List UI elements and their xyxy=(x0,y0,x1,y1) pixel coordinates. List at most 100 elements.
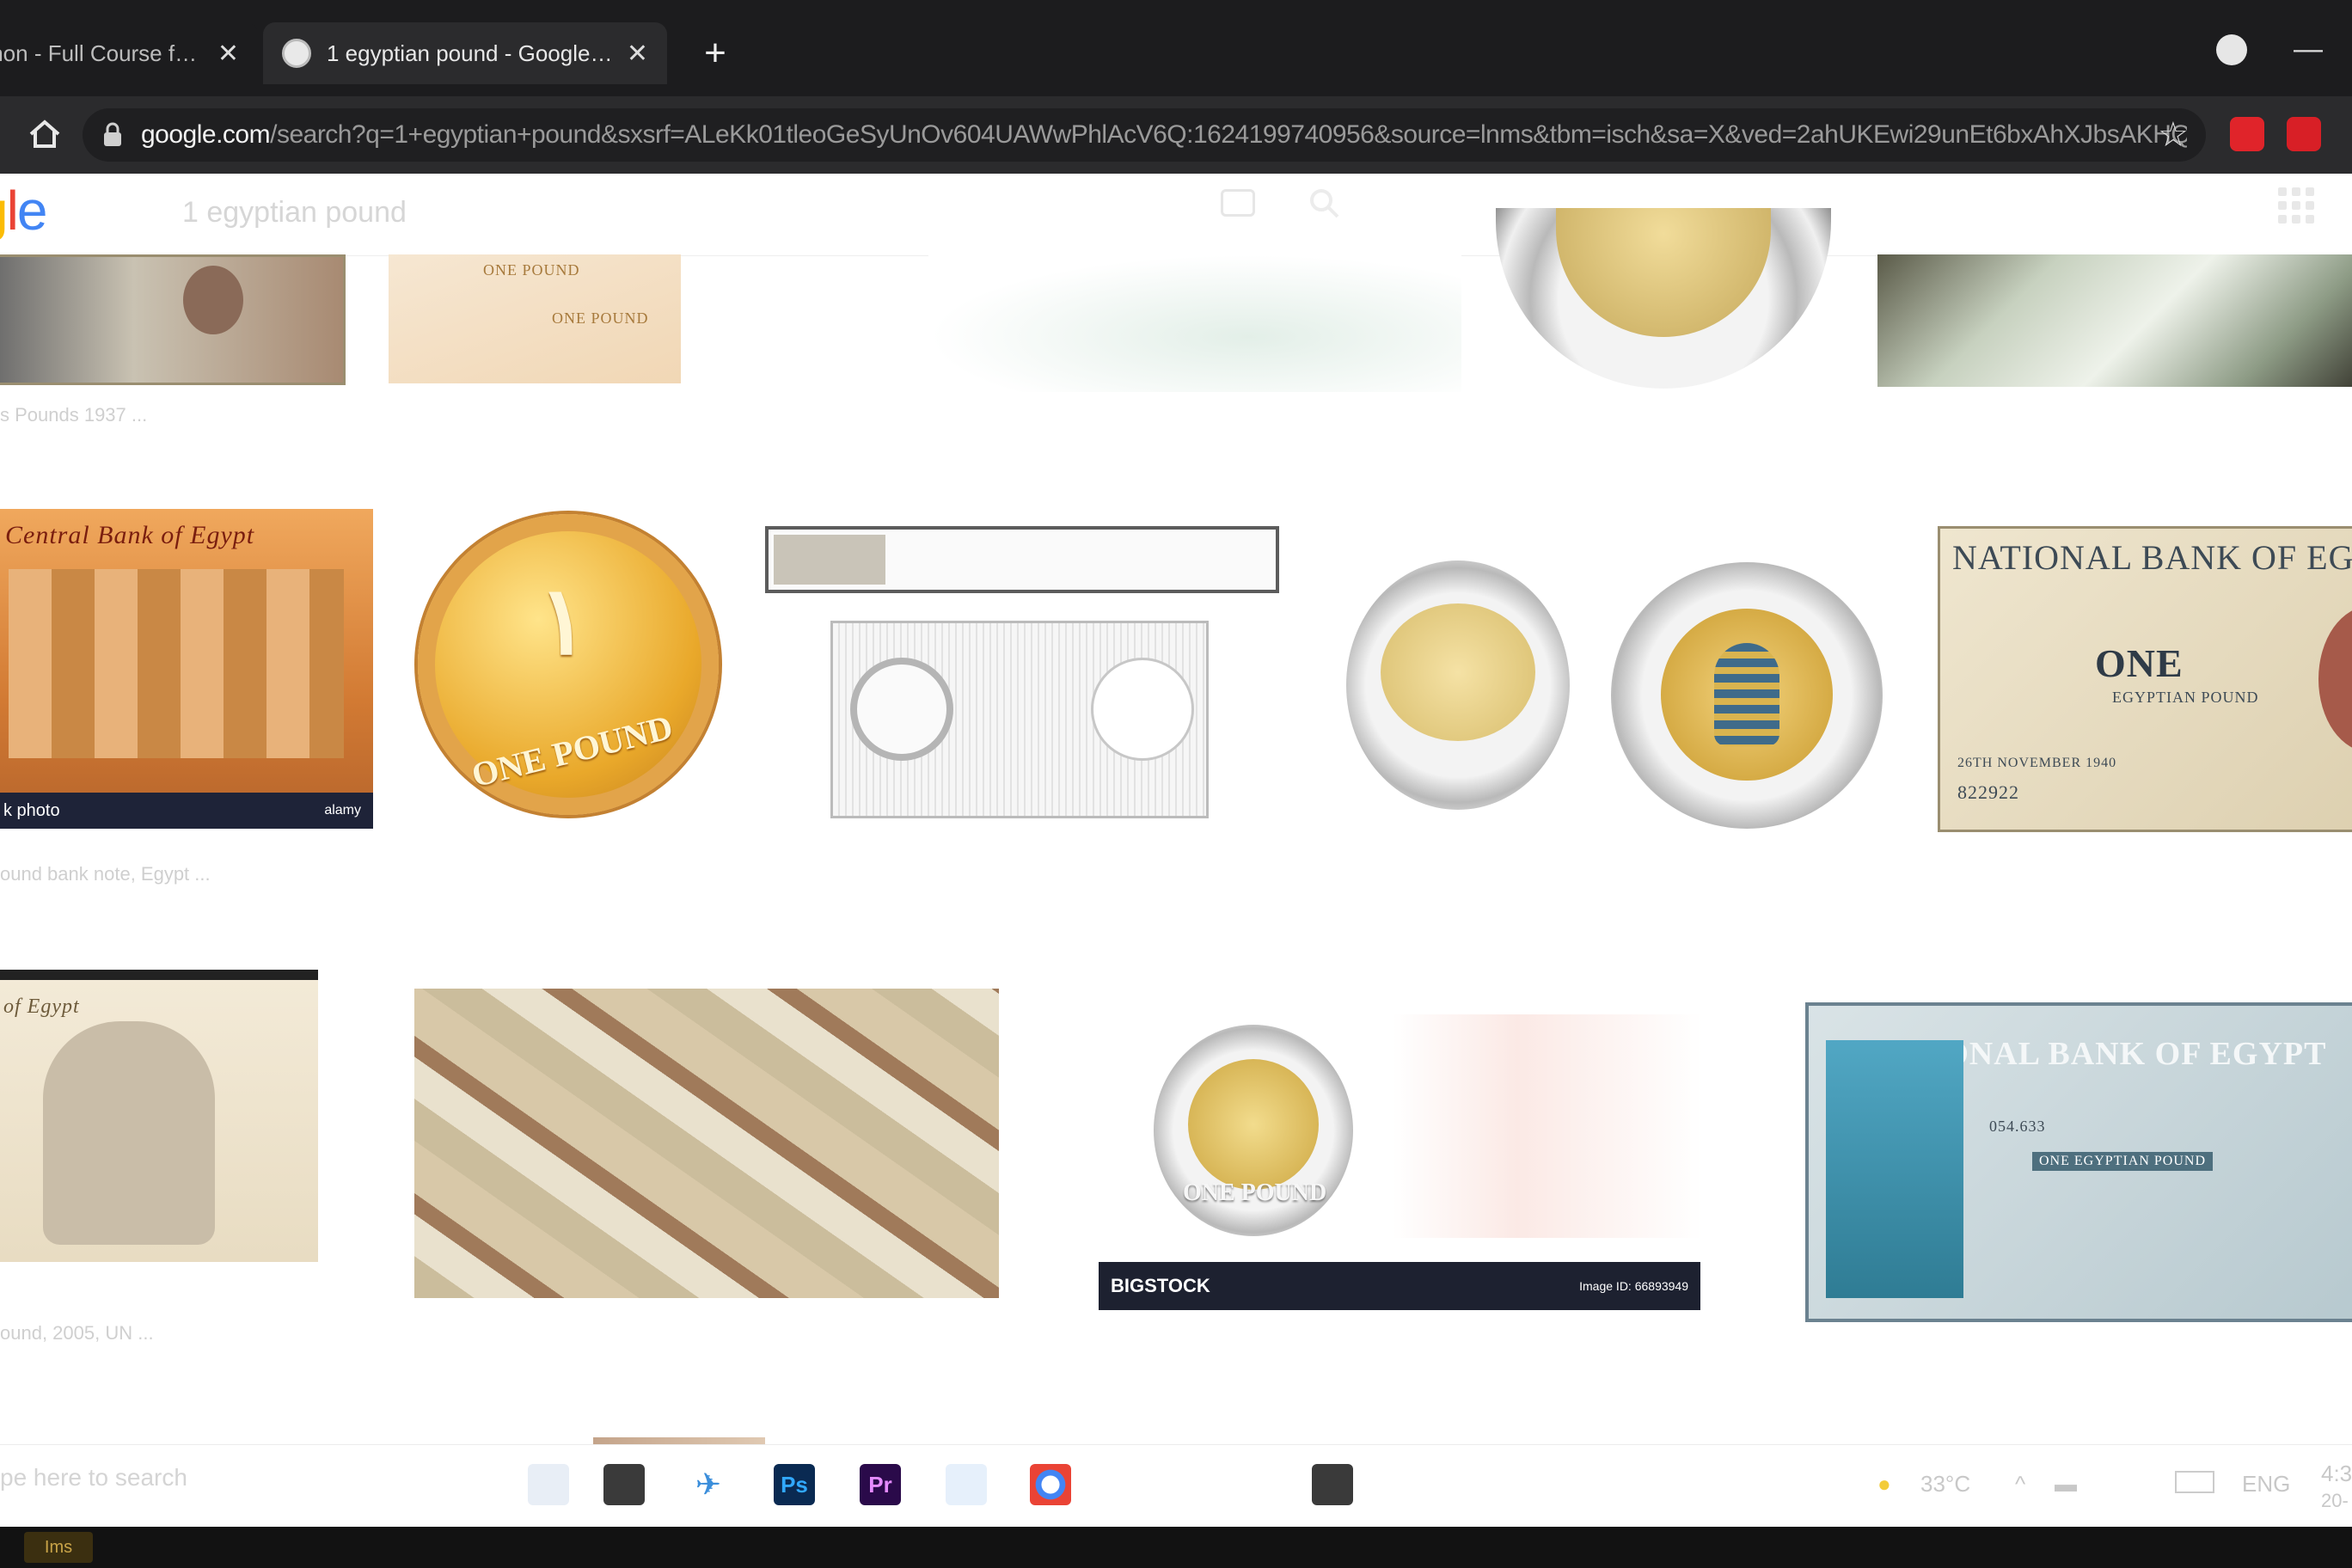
language-indicator[interactable]: ENG xyxy=(2242,1471,2290,1498)
image-result[interactable]: of Egypt xyxy=(0,970,318,1262)
denomination: ONE xyxy=(2095,641,2184,685)
coin-text: ONE POUND xyxy=(1183,1179,1327,1206)
browser-tab-bar: thon - Full Course for Be ✕ 1 egyptian p… xyxy=(0,0,2352,96)
google-apps-icon[interactable] xyxy=(2278,187,2314,224)
bigstock-label: BIGSTOCK xyxy=(1111,1275,1210,1296)
coin-numeral: ١ xyxy=(538,569,590,674)
close-tab-icon[interactable]: ✕ xyxy=(217,39,239,69)
predator-app-icon[interactable] xyxy=(603,1464,645,1505)
bezel-sticker: Ims xyxy=(24,1532,93,1563)
image-result[interactable] xyxy=(1496,208,1831,389)
image-result[interactable]: ONE POUND ONE POUND xyxy=(389,254,681,383)
image-result[interactable] xyxy=(414,989,999,1298)
image-result[interactable]: NATIONAL BANK OF EGYPT ONE EGYPTIAN POUN… xyxy=(1938,526,2352,832)
chrome-icon[interactable] xyxy=(1030,1464,1071,1505)
airplane-icon[interactable]: ✈ xyxy=(688,1464,729,1505)
image-result[interactable]: ONE POUND xyxy=(1154,1025,1353,1236)
pharaoh-mask-illustration xyxy=(1714,643,1779,746)
note-title: NATIONAL BANK OF EGYPT xyxy=(1952,538,2352,577)
image-result[interactable] xyxy=(830,621,1209,818)
note-title: of Egypt xyxy=(3,995,80,1018)
note-sub: ONE EGYPTIAN POUND xyxy=(2032,1152,2213,1171)
banknote-watermark xyxy=(1091,658,1194,761)
lock-icon xyxy=(104,122,121,146)
url-path: /search?q=1+egyptian+pound&sxsrf=ALeKk01… xyxy=(270,120,2187,149)
google-images-page: gle s Pounds 1937 ... ONE POUND ONE POUN… xyxy=(0,174,2352,1480)
stock-source: alamy xyxy=(324,803,361,818)
coin-text: ONE POUND xyxy=(468,707,677,795)
image-result[interactable]: NATIONAL BANK OF EGYPT ONE EGYPTIAN POUN… xyxy=(1805,1002,2352,1322)
tab-google-search[interactable]: 1 egyptian pound - Google Searc ✕ xyxy=(263,22,667,84)
coin-center xyxy=(1188,1059,1319,1190)
portrait-illustration xyxy=(183,266,243,334)
temple-illustration xyxy=(9,569,344,758)
google-header: gle xyxy=(0,174,2352,256)
weather-temp[interactable]: 33°C xyxy=(1920,1471,1970,1498)
note-date: 26TH NOVEMBER 1940 xyxy=(1957,756,2117,770)
profile-icon[interactable] xyxy=(2216,34,2247,65)
search-box[interactable] xyxy=(160,186,1363,239)
taskbar-search[interactable]: pe here to search xyxy=(0,1464,187,1491)
google-logo[interactable]: gle xyxy=(0,179,48,242)
google-favicon-icon xyxy=(282,39,311,68)
browser-toolbar: google.com/search?q=1+egyptian+pound&sxs… xyxy=(0,96,2352,174)
coin-center xyxy=(1661,609,1833,781)
logo-letter: g xyxy=(0,180,9,242)
file-explorer-icon[interactable] xyxy=(946,1464,987,1505)
statue-illustration xyxy=(43,1021,215,1245)
photos-app-icon[interactable] xyxy=(1312,1464,1353,1505)
note-serial: 054.633 xyxy=(1989,1118,2046,1135)
bigstock-watermark-bar: BIGSTOCK Image ID: 66893949 xyxy=(1099,1262,1700,1310)
denomination-sub: EGYPTIAN POUND xyxy=(2112,689,2259,706)
result-caption[interactable]: ound bank note, Egypt ... xyxy=(0,863,258,885)
thumbnail xyxy=(774,535,885,585)
close-tab-icon[interactable]: ✕ xyxy=(627,39,648,69)
tray-chevron-icon[interactable]: ^ xyxy=(2015,1471,2025,1498)
image-result[interactable]: ١ ONE POUND xyxy=(418,514,719,815)
url-domain: google.com xyxy=(141,120,271,149)
image-result[interactable] xyxy=(928,254,1461,392)
address-bar[interactable]: google.com/search?q=1+egyptian+pound&sxs… xyxy=(83,108,2206,162)
palm-illustration xyxy=(1826,1040,1963,1298)
clock-time[interactable]: 4:3 xyxy=(2321,1461,2352,1487)
tab-title: 1 egyptian pound - Google Searc xyxy=(327,40,618,66)
acrobat-extension-icon[interactable] xyxy=(2287,117,2321,151)
portrait-illustration xyxy=(2318,606,2352,752)
note-label: ONE POUND xyxy=(483,261,580,279)
battery-icon[interactable] xyxy=(2175,1471,2214,1493)
search-input[interactable] xyxy=(182,195,1128,230)
tab-python-course[interactable]: thon - Full Course for Be ✕ xyxy=(0,22,258,84)
image-result[interactable] xyxy=(1611,562,1883,829)
banknote-seal xyxy=(850,658,953,761)
note-serial: 822922 xyxy=(1957,781,2019,803)
network-icon[interactable]: ▬ xyxy=(2055,1471,2077,1498)
camera-icon[interactable] xyxy=(1221,189,1255,217)
bookmark-star-icon[interactable]: ☆ xyxy=(2158,115,2189,155)
extension-icon[interactable] xyxy=(2230,117,2264,151)
minimize-window-button[interactable]: — xyxy=(2294,33,2323,66)
search-icon[interactable] xyxy=(1307,186,1341,220)
home-icon[interactable] xyxy=(22,112,67,156)
windows-taskbar: pe here to search ✈ Ps Pr ● 33°C ^ ▬ ENG… xyxy=(0,1444,2352,1527)
bigstock-id: Image ID: 66893949 xyxy=(1579,1279,1688,1293)
url-text[interactable]: google.com/search?q=1+egyptian+pound&sxs… xyxy=(141,120,2187,150)
image-result-header[interactable] xyxy=(765,526,1279,593)
image-result[interactable] xyxy=(1393,1014,1702,1238)
task-view-icon[interactable] xyxy=(528,1464,569,1505)
image-result[interactable] xyxy=(1346,560,1570,810)
tab-title: thon - Full Course for Be xyxy=(0,40,209,66)
weather-icon[interactable]: ● xyxy=(1877,1471,1891,1498)
image-result[interactable] xyxy=(0,254,346,385)
logo-letter: e xyxy=(16,180,48,242)
premiere-icon[interactable]: Pr xyxy=(860,1464,901,1505)
new-tab-button[interactable]: + xyxy=(693,31,738,76)
result-caption[interactable]: ound, 2005, UN ... xyxy=(0,1322,258,1344)
image-result[interactable]: Central Bank of Egypt k photo alamy xyxy=(0,509,373,829)
monitor-bezel: Ims xyxy=(0,1527,2352,1568)
clock-date[interactable]: 20- xyxy=(2321,1490,2349,1512)
coin-center xyxy=(1381,603,1535,741)
photoshop-icon[interactable]: Ps xyxy=(774,1464,815,1505)
note-label: ONE POUND xyxy=(552,309,649,327)
result-caption[interactable]: s Pounds 1937 ... xyxy=(0,404,258,426)
image-result[interactable] xyxy=(1877,254,2352,387)
